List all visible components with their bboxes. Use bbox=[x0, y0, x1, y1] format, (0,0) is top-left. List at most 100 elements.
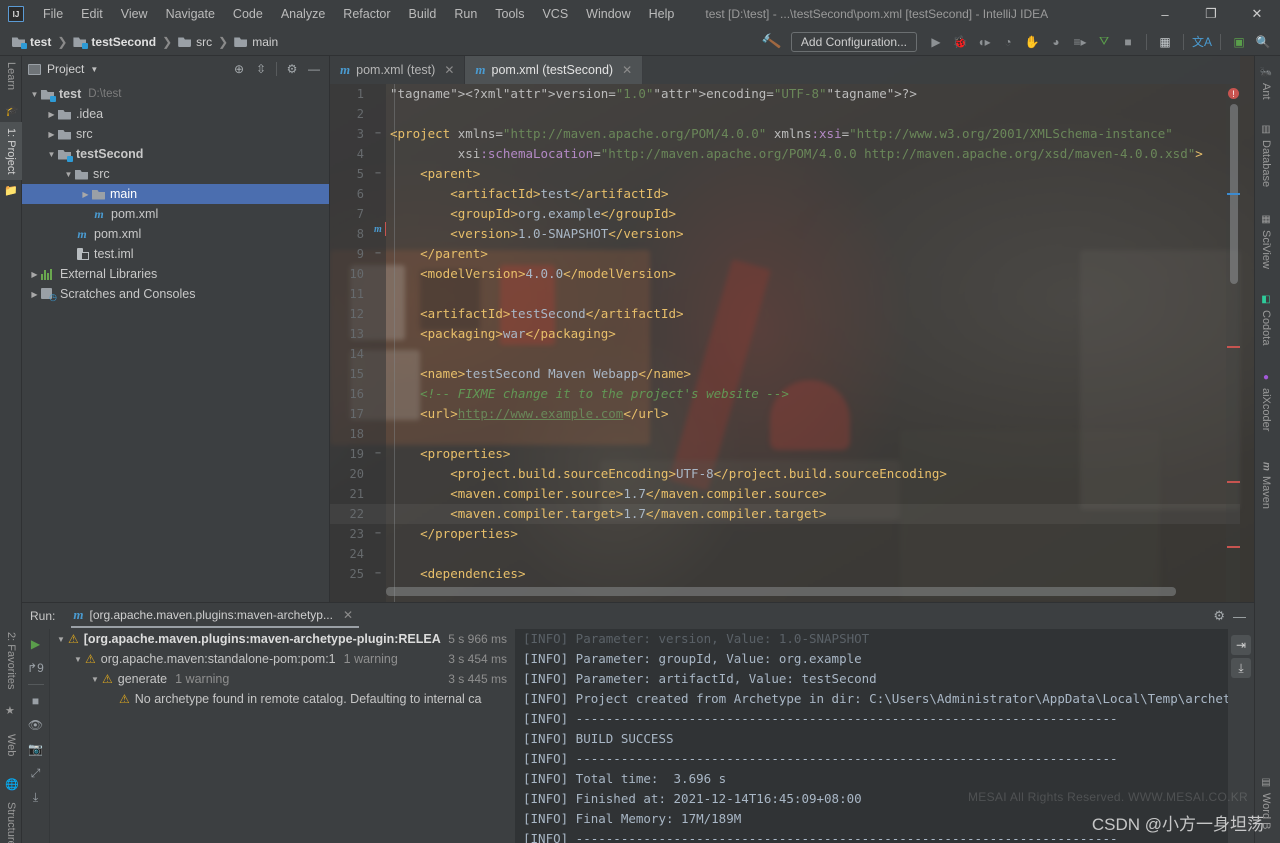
menu-item-help[interactable]: Help bbox=[640, 3, 684, 25]
collapse-all-icon[interactable]: ⇳ bbox=[252, 60, 270, 78]
project-tree-item[interactable]: ▼ test D:\test bbox=[22, 84, 329, 104]
breadcrumb-item-main[interactable]: main bbox=[230, 33, 282, 51]
tree-expand-arrow[interactable]: ▼ bbox=[62, 170, 75, 179]
breadcrumb-item-test[interactable]: test bbox=[8, 33, 55, 51]
project-tree-item[interactable]: ▼ src bbox=[22, 164, 329, 184]
project-tree-item[interactable]: ▶ .idea bbox=[22, 104, 329, 124]
menu-item-code[interactable]: Code bbox=[224, 3, 272, 25]
locate-icon[interactable]: ⊕ bbox=[230, 60, 248, 78]
breadcrumb-item-src[interactable]: src bbox=[174, 33, 216, 51]
rerun-icon[interactable]: ▶ bbox=[25, 633, 47, 655]
run-icon[interactable]: ▶ bbox=[925, 31, 947, 53]
project-tree-item[interactable]: m pom.xml bbox=[22, 224, 329, 244]
tree-expand-arrow[interactable]: ▼ bbox=[71, 655, 85, 664]
editor-tab-pom-test[interactable]: m pom.xml (test) ✕ bbox=[330, 56, 466, 84]
rerun-9-icon[interactable]: ↱9 bbox=[25, 657, 47, 679]
breadcrumb-item-testsecond[interactable]: testSecond bbox=[69, 33, 160, 51]
tool-tab-project[interactable]: 1: Project bbox=[0, 122, 22, 181]
hide-icon[interactable]: — bbox=[305, 60, 323, 78]
attach-process-icon[interactable]: ✋ bbox=[1021, 31, 1043, 53]
close-icon[interactable]: ✕ bbox=[444, 63, 454, 77]
tree-expand-arrow[interactable]: ▼ bbox=[28, 90, 41, 99]
presentation-icon[interactable]: ▣ bbox=[1228, 31, 1250, 53]
tool-tab-web[interactable]: Web bbox=[0, 728, 22, 762]
menu-item-navigate[interactable]: Navigate bbox=[157, 3, 224, 25]
build-tree-item[interactable]: ▼ ⚠ generate 1 warning 3 s 445 ms bbox=[50, 669, 515, 689]
build-tree-item[interactable]: ▼ ⚠ org.apache.maven:standalone-pom:pom:1 1… bbox=[50, 649, 515, 669]
tool-tab-codota[interactable]: ◧ Codota bbox=[1254, 288, 1280, 351]
error-badge[interactable]: ! bbox=[1228, 88, 1239, 99]
editor-error-stripe[interactable]: ! bbox=[1226, 56, 1240, 602]
project-tree-item[interactable]: ▶ External Libraries bbox=[22, 264, 329, 284]
tree-expand-arrow[interactable]: ▼ bbox=[45, 150, 58, 159]
project-tree-item[interactable]: ▶ main bbox=[22, 184, 329, 204]
tool-tab-aixcoder[interactable]: ● aiXcoder bbox=[1254, 366, 1280, 437]
tool-tab-structure[interactable]: Structure bbox=[0, 796, 22, 843]
editor-tab-pom-testsecond[interactable]: m pom.xml (testSecond) ✕ bbox=[465, 56, 644, 84]
code-editor[interactable]: 1 "tagname"><?xml "attr" >version= "1.0" "a… bbox=[330, 84, 1240, 602]
import-icon[interactable]: ⤓ bbox=[25, 786, 47, 808]
close-button[interactable]: ✕ bbox=[1234, 0, 1280, 28]
minimize-button[interactable]: – bbox=[1142, 0, 1188, 28]
tree-expand-arrow[interactable]: ▶ bbox=[45, 130, 58, 139]
project-structure-icon[interactable]: ▦ bbox=[1154, 31, 1176, 53]
tree-expand-arrow[interactable]: ▶ bbox=[28, 270, 41, 279]
tree-expand-arrow[interactable]: ▶ bbox=[45, 110, 58, 119]
translate-icon[interactable]: 文A bbox=[1191, 31, 1213, 53]
fold-marker[interactable]: − bbox=[370, 164, 386, 184]
menu-item-file[interactable]: File bbox=[34, 3, 72, 25]
project-tree-item[interactable]: m pom.xml bbox=[22, 204, 329, 224]
build-icon[interactable]: 🔨 bbox=[753, 29, 791, 54]
expand-icon[interactable]: ⤢ bbox=[25, 762, 47, 784]
gear-icon[interactable]: ⚙ bbox=[283, 60, 301, 78]
soft-wrap-icon[interactable]: ⇥ bbox=[1231, 635, 1251, 655]
search-icon[interactable]: 🔍 bbox=[1252, 31, 1274, 53]
tool-tab-sciview[interactable]: ▦ SciView bbox=[1254, 208, 1280, 275]
fold-marker[interactable]: − bbox=[370, 524, 386, 544]
tool-tab-favorites[interactable]: 2: Favorites bbox=[0, 626, 22, 695]
project-tree-item[interactable]: ▶ Scratches and Consoles bbox=[22, 284, 329, 304]
profile-icon[interactable]: ◔ bbox=[997, 31, 1019, 53]
menu-item-vcs[interactable]: VCS bbox=[533, 3, 577, 25]
fold-marker[interactable]: − bbox=[370, 124, 386, 144]
camera-icon[interactable]: 📷 bbox=[25, 738, 47, 760]
show-tests-icon[interactable]: ≡▸ bbox=[1069, 31, 1091, 53]
menu-item-view[interactable]: View bbox=[112, 3, 157, 25]
project-tree-item[interactable]: ▼ testSecond bbox=[22, 144, 329, 164]
add-configuration-button[interactable]: Add Configuration... bbox=[790, 31, 917, 52]
menu-item-edit[interactable]: Edit bbox=[72, 3, 112, 25]
menu-item-run[interactable]: Run bbox=[445, 3, 486, 25]
menu-item-analyze[interactable]: Analyze bbox=[272, 3, 334, 25]
menu-item-refactor[interactable]: Refactor bbox=[334, 3, 399, 25]
maven-gutter-icon[interactable]: m bbox=[374, 224, 382, 235]
run-tab[interactable]: m [org.apache.maven.plugins:maven-archet… bbox=[71, 605, 360, 628]
build-tree[interactable]: ▼ ⚠ [org.apache.maven.plugins:maven-archet… bbox=[50, 629, 515, 843]
stop-build-icon[interactable]: ⛛ bbox=[1093, 31, 1115, 53]
scroll-to-end-icon[interactable]: ⤓ bbox=[1231, 658, 1251, 678]
fold-marker[interactable]: − bbox=[370, 444, 386, 464]
tool-tab-database[interactable]: ▥ Database bbox=[1254, 118, 1280, 193]
hide-icon[interactable]: — bbox=[1233, 609, 1246, 624]
tool-tab-learn[interactable]: Learn bbox=[0, 56, 22, 96]
stop-icon[interactable]: ■ bbox=[1117, 31, 1139, 53]
fold-marker[interactable]: − bbox=[370, 244, 386, 264]
debug-icon[interactable]: 🐞 bbox=[949, 31, 971, 53]
run-dashboard-icon[interactable]: ◕ bbox=[1045, 31, 1067, 53]
close-icon[interactable]: ✕ bbox=[343, 608, 353, 622]
tool-tab-maven[interactable]: m Maven bbox=[1254, 456, 1280, 515]
build-tree-item[interactable]: ▼ ⚠ [org.apache.maven.plugins:maven-archet… bbox=[50, 629, 515, 649]
stop-icon[interactable]: ■ bbox=[25, 690, 47, 712]
gear-icon[interactable]: ⚙ bbox=[1213, 608, 1225, 624]
build-tree-item[interactable]: ⚠ No archetype found in remote catalog. D… bbox=[50, 689, 515, 709]
menu-item-window[interactable]: Window bbox=[577, 3, 639, 25]
close-icon[interactable]: ✕ bbox=[622, 63, 632, 77]
tree-expand-arrow[interactable]: ▼ bbox=[54, 635, 68, 644]
eye-icon[interactable]: 👁 bbox=[25, 714, 47, 736]
tool-tab-ant[interactable]: 🐜 Ant bbox=[1254, 60, 1280, 106]
project-tree-item[interactable]: test.iml bbox=[22, 244, 329, 264]
fold-marker[interactable]: − bbox=[370, 564, 386, 584]
menu-item-build[interactable]: Build bbox=[400, 3, 446, 25]
project-panel-title[interactable]: Project ▼ bbox=[28, 62, 98, 76]
tree-expand-arrow[interactable]: ▶ bbox=[79, 190, 92, 199]
menu-item-tools[interactable]: Tools bbox=[486, 3, 533, 25]
